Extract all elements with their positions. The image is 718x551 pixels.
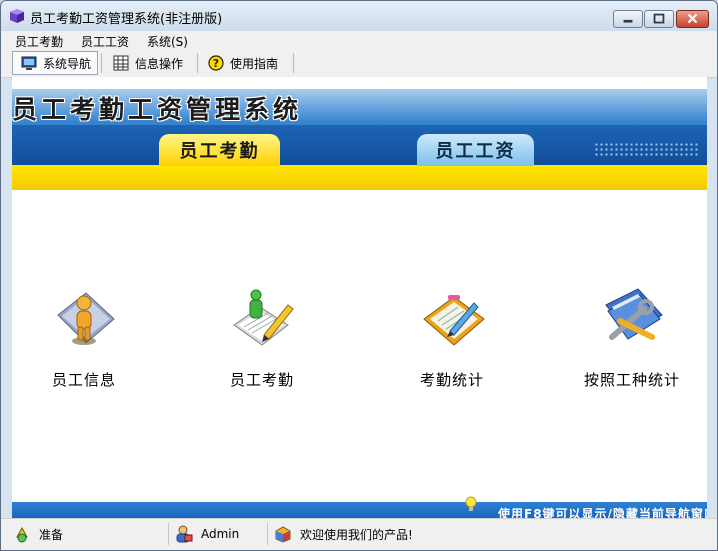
banner-dots-decoration bbox=[594, 142, 700, 156]
minimize-button[interactable] bbox=[613, 10, 643, 28]
close-icon bbox=[687, 13, 698, 24]
feature-employee-info[interactable]: 员工信息 bbox=[24, 285, 144, 389]
status-user-text: Admin bbox=[201, 527, 240, 541]
attendance-icon bbox=[233, 289, 294, 346]
toolbar: 系统导航 信息操作 ? 使用指南 bbox=[1, 49, 717, 78]
status-user: Admin bbox=[175, 523, 239, 545]
window-title: 员工考勤工资管理系统(非注册版) bbox=[30, 12, 223, 27]
nav-button[interactable]: 系统导航 bbox=[12, 51, 99, 75]
feature-attendance-stats[interactable]: 考勤统计 bbox=[392, 285, 512, 389]
help-icon: ? bbox=[208, 55, 224, 71]
menu-bar: 员工考勤 员工工资 系统(S) bbox=[1, 31, 717, 49]
close-button[interactable] bbox=[676, 10, 709, 28]
navigation-panel: 员工考勤工资管理系统 员工考勤 员工工资 员工信息 员工考勤 考勤统计 按照工种… bbox=[12, 77, 707, 518]
menu-system[interactable]: 系统(S) bbox=[147, 33, 188, 50]
guide-button-label: 使用指南 bbox=[230, 56, 279, 71]
hint-bar-top bbox=[12, 495, 707, 502]
status-bar: 准备 Admin 欢迎使用我们的产品! bbox=[1, 518, 717, 550]
statistics-icon bbox=[423, 295, 485, 346]
banner: 员工考勤工资管理系统 员工考勤 员工工资 bbox=[12, 89, 707, 190]
grid-icon bbox=[113, 55, 129, 71]
hint-bar: 使用F8键可以显示/隐藏当前导航窗口 bbox=[12, 495, 707, 518]
lightbulb-icon bbox=[465, 496, 477, 511]
status-separator bbox=[168, 523, 169, 545]
toolbar-separator bbox=[101, 53, 102, 73]
banner-yellow-strip bbox=[12, 165, 707, 190]
status-separator bbox=[267, 523, 268, 545]
job-statistics-icon bbox=[605, 288, 663, 340]
tab-gongzi[interactable]: 员工工资 bbox=[417, 134, 534, 166]
toolbar-separator bbox=[293, 53, 294, 73]
feature-label: 员工信息 bbox=[51, 371, 116, 389]
nav-button-label: 系统导航 bbox=[43, 56, 92, 71]
ready-icon bbox=[16, 526, 28, 543]
feature-label: 员工考勤 bbox=[229, 371, 294, 389]
status-ready-text: 准备 bbox=[39, 527, 64, 542]
info-button-label: 信息操作 bbox=[135, 56, 184, 71]
product-box-icon bbox=[275, 526, 291, 543]
feature-job-stats[interactable]: 按照工种统计 bbox=[572, 285, 692, 389]
banner-title: 员工考勤工资管理系统 bbox=[12, 95, 303, 124]
svg-text:?: ? bbox=[213, 57, 219, 70]
toolbar-separator bbox=[197, 53, 198, 73]
tab-kaoqin[interactable]: 员工考勤 bbox=[159, 134, 280, 166]
status-welcome: 欢迎使用我们的产品! bbox=[274, 523, 413, 545]
guide-button[interactable]: ? 使用指南 bbox=[200, 51, 278, 75]
person-icon bbox=[57, 292, 115, 345]
feature-attendance[interactable]: 员工考勤 bbox=[202, 285, 322, 389]
app-cube-icon bbox=[10, 9, 24, 23]
info-button[interactable]: 信息操作 bbox=[105, 51, 183, 75]
status-ready: 准备 bbox=[13, 523, 63, 545]
title-bar[interactable]: 员工考勤工资管理系统(非注册版) bbox=[1, 1, 717, 31]
feature-label: 按照工种统计 bbox=[583, 371, 680, 389]
app-window: 员工考勤工资管理系统(非注册版) 员工考勤 员工工资 系统(S) 系统导航 信息… bbox=[0, 0, 718, 551]
minimize-icon bbox=[623, 19, 633, 23]
user-icon bbox=[176, 525, 193, 543]
feature-label: 考勤统计 bbox=[419, 371, 484, 389]
menu-gongzi[interactable]: 员工工资 bbox=[81, 33, 129, 50]
menu-kaoqin[interactable]: 员工考勤 bbox=[15, 33, 63, 50]
maximize-button[interactable] bbox=[644, 10, 674, 28]
maximize-icon bbox=[653, 13, 665, 24]
status-welcome-text: 欢迎使用我们的产品! bbox=[300, 527, 413, 542]
monitor-icon bbox=[21, 56, 37, 70]
hint-text: 使用F8键可以显示/隐藏当前导航窗口 bbox=[498, 507, 707, 518]
